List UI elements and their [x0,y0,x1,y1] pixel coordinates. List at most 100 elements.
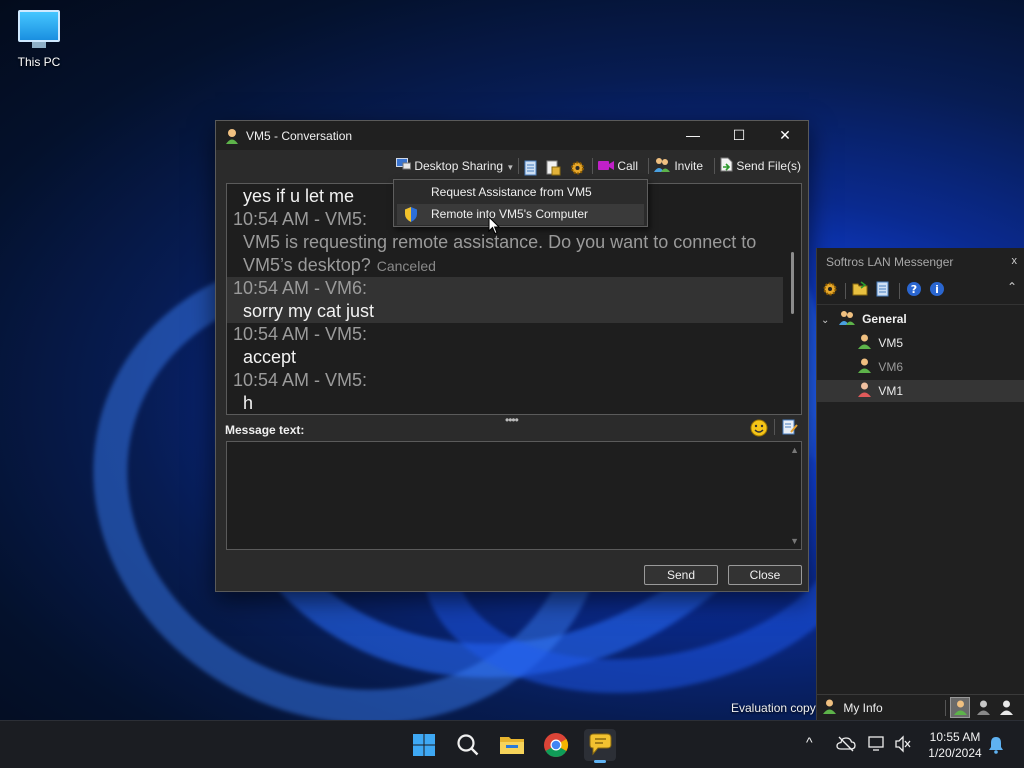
taskbar: ^ 10:55 AM 1/20/2024 [0,720,1024,768]
help-icon[interactable]: ? [906,281,922,297]
chat-message: VM5’s desktop? Canceled [227,254,783,278]
emoticon-icon[interactable] [750,419,768,437]
collapse-chevron-icon[interactable]: ⌃ [1007,280,1017,294]
menu-item-request-assistance[interactable]: Request Assistance from VM5 [397,182,644,203]
chat-message: h [243,393,254,413]
toolbar-divider [714,158,715,174]
user-away-icon [858,358,871,373]
chat-message: sorry my cat just [227,300,783,323]
settings-gear-icon[interactable] [570,158,585,178]
save-conversation-icon[interactable] [546,158,561,178]
contact-vm1[interactable]: VM1 [817,380,1024,402]
notification-bell-icon[interactable] [988,736,1004,754]
contact-name: VM5 [878,336,904,350]
info-icon[interactable]: i [929,281,945,297]
desktop-sharing-icon [396,158,411,170]
call-label: Call [617,159,639,173]
lan-messenger-panel: Softros LAN Messenger x ? i ⌃ ⌄ General [816,248,1024,720]
network-icon[interactable] [868,735,886,753]
desktop-sharing-button[interactable]: Desktop Sharing ▼ [396,156,514,176]
history-icon[interactable] [524,158,538,178]
contact-name: VM6 [878,360,904,374]
scrollbar-thumb[interactable] [791,252,794,314]
group-general[interactable]: ⌄ General [821,308,1024,330]
send-file-icon [720,157,733,172]
desktop-sharing-menu: Request Assistance from VM5 Remote into … [393,179,648,227]
user-offline-status-icon[interactable] [1000,700,1013,715]
start-button[interactable] [408,729,440,761]
status-available-button[interactable] [950,697,970,718]
video-camera-icon [598,161,614,170]
search-button[interactable] [452,729,484,761]
clock[interactable]: 10:55 AM 1/20/2024 [922,729,988,761]
history-icon[interactable] [876,281,890,297]
lan-status-bar: My Info [817,694,1024,720]
invite-label: Invite [674,159,704,173]
my-info-button[interactable]: My Info [823,699,883,715]
panel-close-button[interactable]: x [1012,255,1018,267]
contact-name: VM1 [878,384,904,398]
windows-logo-icon [413,734,435,756]
file-explorer-button[interactable] [496,729,528,761]
send-button[interactable]: Send [644,565,718,585]
close-button[interactable]: Close [728,565,802,585]
menu-item-remote-into-computer[interactable]: Remote into VM5's Computer [397,204,644,225]
lan-messenger-taskbar-button[interactable] [584,729,616,763]
contact-vm5[interactable]: VM5 [817,332,1024,354]
lan-messenger-title: Softros LAN Messenger [826,255,954,269]
folder-icon [500,737,524,754]
volume-muted-icon[interactable] [894,735,912,753]
splitter-grip[interactable]: •••• [505,413,519,427]
toolbar-divider [648,158,649,174]
title-bar[interactable]: VM5 - Conversation — ☐ ✕ [216,121,808,150]
chat-message-text: VM5’s desktop? [243,255,371,275]
settings-gear-icon[interactable] [822,281,838,297]
send-files-button[interactable]: Send File(s) [720,156,801,176]
group-label: General [862,312,907,326]
this-pc-desktop-icon[interactable]: This PC [10,10,68,69]
chat-timestamp: 10:54 AM - VM6: [227,277,783,300]
user-online-icon [858,334,871,349]
invite-button[interactable]: Invite [654,156,703,176]
mouse-cursor-icon [488,216,500,235]
uac-shield-icon [405,207,417,222]
menu-item-label: Remote into VM5's Computer [431,207,589,221]
chat-timestamp: 10:54 AM - VM5: [233,324,368,344]
close-window-button[interactable]: ✕ [762,121,808,150]
clock-date: 1/20/2024 [928,746,982,760]
format-text-icon[interactable] [782,419,798,435]
toolbar-divider [518,158,519,174]
minimize-button[interactable]: — [670,121,716,150]
show-hidden-icons-chevron[interactable]: ^ [806,734,813,750]
send-files-label: Send File(s) [736,159,802,173]
user-icon [823,699,836,714]
invite-users-icon [654,158,670,172]
chat-message: VM5 is requesting remote assistance. Do … [243,232,757,252]
cloud-offline-icon[interactable] [836,735,856,753]
chat-timestamp: 10:54 AM - VM5: [233,370,368,390]
message-input[interactable] [226,441,802,550]
chevron-down-icon: ⌄ [821,315,830,326]
message-text-label: Message text: [225,423,305,437]
desktop-icon-label: This PC [17,55,61,69]
clock-time: 10:55 AM [929,730,981,744]
monitor-icon [18,10,60,42]
open-folder-icon[interactable] [852,281,868,296]
chevron-down-icon: ▼ [506,163,515,172]
evaluation-copy-label: Evaluation copy [731,701,816,715]
chrome-button[interactable] [540,729,572,761]
group-users-icon [838,311,855,325]
user-away-status-icon[interactable] [977,700,990,715]
contact-vm6[interactable]: VM6 [817,356,1024,378]
call-button[interactable]: Call [598,156,638,176]
maximize-button[interactable]: ☐ [716,121,762,150]
chat-bubble-icon [589,733,612,756]
my-info-label: My Info [843,701,883,715]
user-icon [226,129,238,144]
active-indicator [594,760,606,763]
conversation-toolbar: Desktop Sharing ▼ Call Invite Send File(… [216,154,808,178]
lan-toolbar: ? i ⌃ [817,278,1024,302]
chat-scrollbar[interactable] [783,184,801,414]
user-self-icon [858,382,871,397]
chrome-icon [544,733,569,758]
